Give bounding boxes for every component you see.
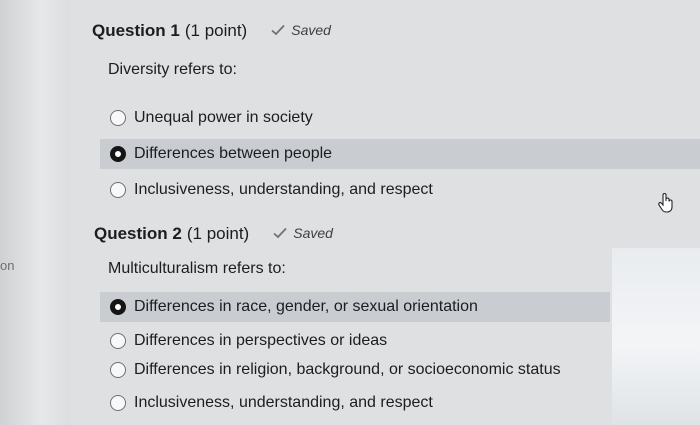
question-2-option-3[interactable]: Differences in religion, background, or … [100,355,610,385]
question-2-header: Question 2 (1 point) Saved [94,224,333,244]
hand-cursor-icon [658,193,673,213]
option-label: Inclusiveness, understanding, and respec… [134,394,433,411]
checkmark-icon [271,24,285,36]
option-label: Differences in religion, background, or … [134,361,561,378]
question-2-points: (1 point) [186,224,250,243]
right-edge-panel [612,248,700,425]
question-1-option-2[interactable]: Differences between people [100,139,700,169]
question-1-points: (1 point) [184,21,248,40]
option-label: Unequal power in society [134,109,313,126]
option-label: Differences in race, gender, or sexual o… [134,298,478,315]
saved-label: Saved [293,225,333,241]
saved-label: Saved [291,22,331,38]
question-2-saved-status: Saved [273,225,333,241]
question-2-title: Question 2 [94,224,182,243]
radio-button[interactable] [110,362,126,378]
radio-button[interactable] [110,110,126,126]
question-1-option-1[interactable]: Unequal power in society [100,103,700,133]
question-2-option-4[interactable]: Inclusiveness, understanding, and respec… [100,388,610,418]
sidebar-cut-text: on [0,258,15,273]
question-1-option-3[interactable]: Inclusiveness, understanding, and respec… [100,175,700,205]
radio-button[interactable] [110,333,126,349]
checkmark-icon [273,227,287,239]
question-2-option-1[interactable]: Differences in race, gender, or sexual o… [100,292,610,322]
radio-button[interactable] [110,182,126,198]
option-label: Differences in perspectives or ideas [134,332,388,349]
question-2-prompt: Multiculturalism refers to: [108,260,286,277]
question-1-title: Question 1 [92,21,180,40]
radio-button-selected[interactable] [110,299,126,315]
left-sidebar-edge [0,0,70,425]
option-label: Differences between people [134,145,333,162]
question-1-prompt: Diversity refers to: [108,61,237,78]
radio-button[interactable] [110,395,126,411]
option-label: Inclusiveness, understanding, and respec… [134,181,433,198]
question-1-saved-status: Saved [271,22,331,38]
question-1-header: Question 1 (1 point) Saved [92,21,331,41]
question-2-option-2[interactable]: Differences in perspectives or ideas [100,326,610,356]
radio-button-selected[interactable] [110,146,126,162]
